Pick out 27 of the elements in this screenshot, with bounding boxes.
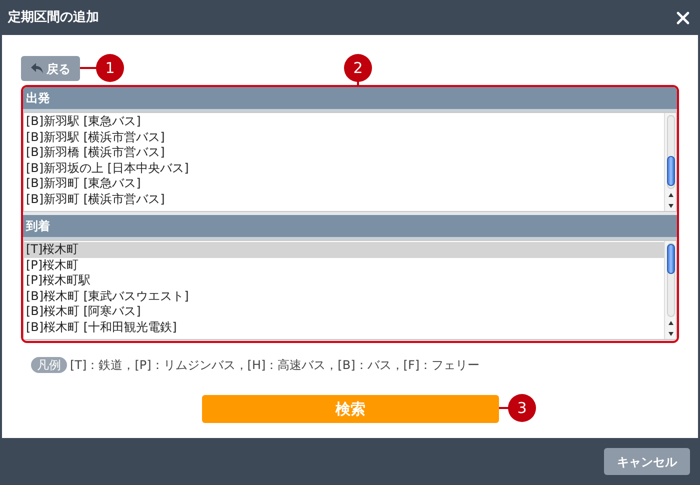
list-option[interactable]: [B]桜木町 [阿寒バス] [24, 304, 664, 320]
scrollbar-thumb[interactable] [666, 244, 674, 274]
callout-marker: 1 [96, 54, 124, 82]
station-list[interactable]: [B]新羽駅 [東急バス] [B]新羽駅 [横浜市営バス] [B]新羽橋 [横浜市営バス] [B]新羽坂の上 [日本中央バス] [B]新羽町 [東急バス] [B]新羽町 [横浜市営バス] [23, 112, 677, 212]
legend-badge: 凡例 [31, 357, 67, 373]
legend-text: [T]：鉄道，[P]：リムジンバス，[H]：高速バス，[B]：バス，[F]：フェリー [70, 357, 480, 374]
scrollbar-thumb[interactable] [666, 156, 674, 186]
station-list[interactable]: [T]桜木町 [P]桜木町 [P]桜木町駅 [B]桜木町 [東武バスウエスト] [B]桜木町 [阿寒バス] [B]桜木町 [十和田観光電鉄] [23, 240, 677, 340]
back-arrow-icon [30, 63, 44, 74]
scrollbar[interactable] [664, 241, 676, 339]
callout-marker: 2 [344, 54, 372, 82]
list-option[interactable]: [P]桜木町駅 [24, 273, 664, 289]
list-header: 出発 [23, 87, 677, 112]
list-header: 到着 [23, 215, 677, 240]
list-option[interactable]: [B]新羽町 [横浜市営バス] [24, 192, 664, 208]
list-option[interactable]: [B]新羽橋 [横浜市営バス] [24, 145, 664, 161]
list-option[interactable]: [B]桜木町 [東武バスウエスト] [24, 288, 664, 304]
window-title: 定期区間の追加 [8, 8, 99, 27]
list-option[interactable]: [B]新羽坂の上 [日本中央バス] [24, 160, 664, 176]
scrollbar[interactable] [664, 113, 676, 211]
list-option[interactable]: [B]桜木町 [十和田観光電鉄] [24, 320, 664, 336]
list-option[interactable]: [B]新羽駅 [横浜市営バス] [24, 130, 664, 146]
list-option[interactable]: [B]新羽駅 [東急バス] [24, 114, 664, 130]
list-option[interactable]: [T]桜木町 [24, 242, 664, 258]
list-option[interactable]: [P]桜木町 [24, 258, 664, 274]
callout-marker: 3 [508, 394, 536, 422]
list-option[interactable]: [B]新羽町 [東急バス] [24, 176, 664, 192]
